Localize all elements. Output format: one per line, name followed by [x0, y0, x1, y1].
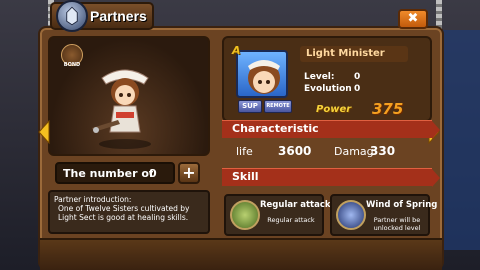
intro-title: Partner introduction:: [54, 195, 132, 204]
damage-label: Damag: [334, 145, 374, 158]
close-button[interactable]: ✖: [398, 9, 428, 29]
soul-count-field: The number of so 0: [55, 162, 175, 184]
partners-emblem-icon: [56, 0, 88, 32]
skill-title: Skill: [232, 170, 259, 183]
skill-header: Skill: [222, 168, 440, 187]
characteristic-title: Characteristic: [232, 122, 319, 135]
skill-name: Regular attack: [260, 200, 331, 210]
bond-icon[interactable]: BOND: [60, 44, 84, 70]
regular-attack-icon: [230, 200, 260, 230]
skill-description: Partner will be unlocked level: [373, 216, 421, 232]
window-title: Partners: [90, 8, 147, 24]
add-soul-button[interactable]: +: [178, 162, 200, 184]
soul-count-label: The number of so: [63, 167, 153, 180]
life-value: 3600: [278, 144, 312, 158]
wind-of-spring-icon: [336, 200, 366, 230]
partner-portrait: [236, 50, 288, 98]
level-label: Level:: [304, 72, 335, 82]
window-bottom-trim: [40, 238, 442, 270]
evolution-label: Evolution: [304, 84, 352, 94]
skill-name: Wind of Spring: [366, 200, 438, 210]
power-value: 375: [372, 100, 404, 118]
sup-tag: SUP: [238, 100, 262, 113]
characteristic-header: Characteristic: [222, 120, 440, 139]
partner-character-model: [90, 60, 160, 150]
bond-label: BOND: [63, 62, 81, 68]
skill-card-wind-of-spring[interactable]: Wind of Spring Partner will be unlocked …: [330, 194, 437, 236]
soul-count-value: 0: [149, 167, 157, 180]
intro-text: One of Twelve Sisters cultivated by Ligh…: [58, 204, 190, 222]
life-label: life: [236, 145, 253, 158]
previous-partner-arrow-icon[interactable]: [38, 120, 50, 144]
remote-tag: REMOTE: [264, 100, 292, 113]
rank-badge: A: [232, 44, 241, 57]
partner-name: Light Minister: [306, 48, 385, 59]
skill-card-regular-attack[interactable]: Regular attack Regular attack: [224, 194, 331, 236]
skill-description: Regular attack: [267, 216, 315, 224]
evolution-value: 0: [354, 84, 361, 94]
level-value: 0: [354, 72, 361, 82]
damage-value: 330: [370, 144, 396, 158]
partner-introduction: Partner introduction: One of Twelve Sist…: [48, 190, 210, 234]
power-label: Power: [316, 104, 352, 115]
partner-name-bar: Light Minister: [300, 46, 408, 62]
